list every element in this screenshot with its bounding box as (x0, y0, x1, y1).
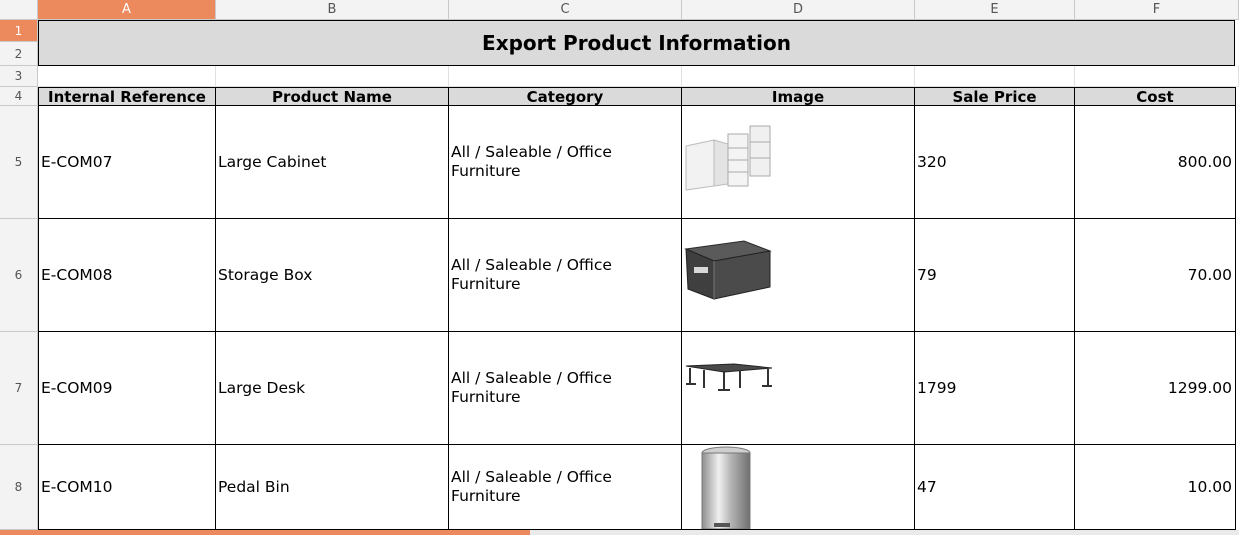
empty-cell[interactable] (38, 66, 216, 87)
header-sale-price[interactable]: Sale Price (915, 87, 1075, 106)
row-header-1[interactable]: 1 (0, 20, 38, 42)
cell-sale-price[interactable]: 1799 (915, 332, 1075, 445)
cell-product-name[interactable]: Large Cabinet (216, 106, 449, 219)
horizontal-scrollbar[interactable] (0, 530, 1239, 535)
cell-internal-reference[interactable]: E-COM10 (38, 445, 216, 530)
cell-cost[interactable]: 70.00 (1075, 219, 1236, 332)
cabinet-image (685, 125, 771, 191)
cell-product-name[interactable]: Large Desk (216, 332, 449, 445)
row-header-5[interactable]: 5 (0, 106, 38, 219)
cell-image[interactable] (682, 332, 915, 445)
cell-image[interactable] (682, 445, 915, 530)
empty-cell[interactable] (682, 66, 915, 87)
column-header-c[interactable]: C (449, 0, 682, 20)
corner-select-all[interactable] (0, 0, 38, 20)
empty-cell[interactable] (216, 66, 449, 87)
cell-image[interactable] (682, 106, 915, 219)
cell-category[interactable]: All / Saleable / Office Furniture (449, 332, 682, 445)
cell-category[interactable]: All / Saleable / Office Furniture (449, 219, 682, 332)
cell-sale-price[interactable]: 47 (915, 445, 1075, 530)
cell-sale-price[interactable]: 79 (915, 219, 1075, 332)
column-header-e[interactable]: E (915, 0, 1075, 20)
row-header-6[interactable]: 6 (0, 219, 38, 332)
cell-image[interactable] (682, 219, 915, 332)
pedal-bin-image (701, 446, 751, 529)
cell-category[interactable]: All / Saleable / Office Furniture (449, 106, 682, 219)
cell-cost[interactable]: 10.00 (1075, 445, 1236, 530)
empty-cell[interactable] (915, 66, 1075, 87)
row-header-4[interactable]: 4 (0, 87, 38, 106)
cell-internal-reference[interactable]: E-COM08 (38, 219, 216, 332)
cell-internal-reference[interactable]: E-COM07 (38, 106, 216, 219)
empty-cell[interactable] (449, 66, 682, 87)
header-image[interactable]: Image (682, 87, 915, 106)
header-category[interactable]: Category (449, 87, 682, 106)
cell-product-name[interactable]: Pedal Bin (216, 445, 449, 530)
cell-cost[interactable]: 800.00 (1075, 106, 1236, 219)
scrollbar-thumb[interactable] (0, 530, 530, 535)
row-header-8[interactable]: 8 (0, 445, 38, 530)
storage-box-image (684, 240, 772, 300)
header-cost[interactable]: Cost (1075, 87, 1236, 106)
cell-product-name[interactable]: Storage Box (216, 219, 449, 332)
header-internal-reference[interactable]: Internal Reference (38, 87, 216, 106)
column-header-f[interactable]: F (1075, 0, 1239, 20)
empty-cell[interactable] (1075, 66, 1239, 87)
header-product-name[interactable]: Product Name (216, 87, 449, 106)
cell-category[interactable]: All / Saleable / Office Furniture (449, 445, 682, 530)
cell-cost[interactable]: 1299.00 (1075, 332, 1236, 445)
sheet-title[interactable]: Export Product Information (38, 20, 1235, 66)
desk-image (685, 363, 773, 391)
column-header-d[interactable]: D (682, 0, 915, 20)
column-header-a[interactable]: A (38, 0, 216, 20)
row-header-7[interactable]: 7 (0, 332, 38, 445)
cell-sale-price[interactable]: 320 (915, 106, 1075, 219)
row-header-3[interactable]: 3 (0, 66, 38, 87)
cell-internal-reference[interactable]: E-COM09 (38, 332, 216, 445)
row-header-2[interactable]: 2 (0, 42, 38, 66)
column-header-b[interactable]: B (216, 0, 449, 20)
